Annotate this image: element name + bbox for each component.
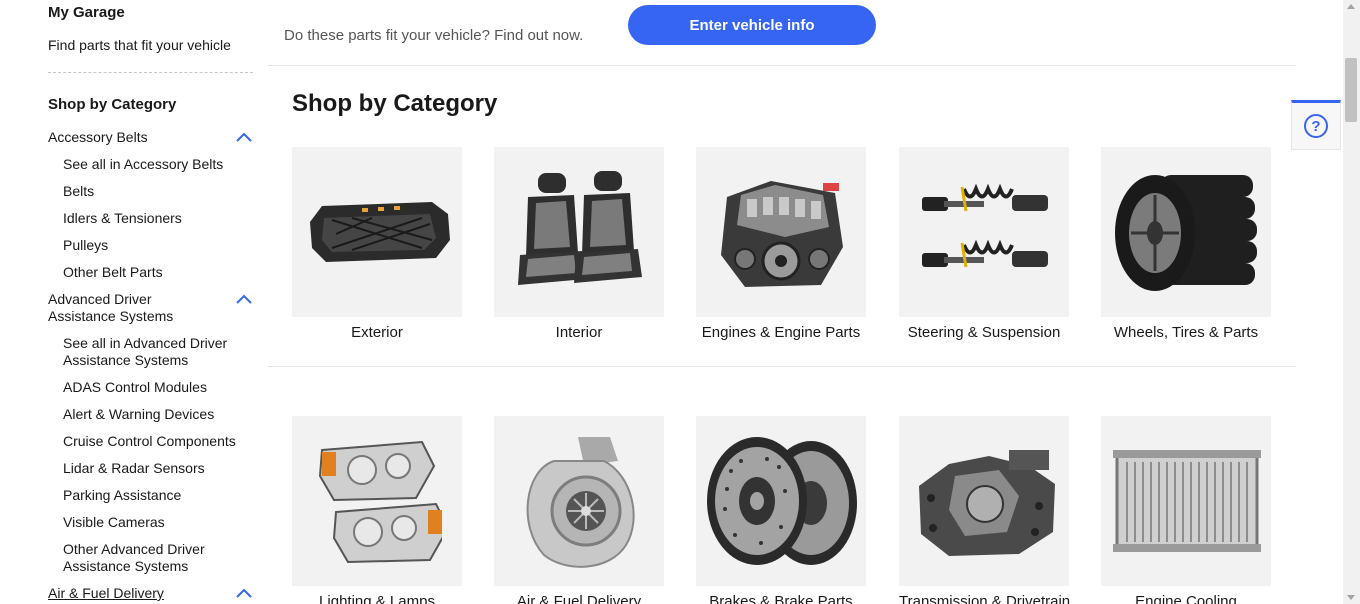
chevron-up-icon[interactable] xyxy=(235,130,253,144)
subcategory-link[interactable]: See all in Advanced Driver Assistance Sy… xyxy=(63,335,248,369)
subcategory-link[interactable]: See all in Accessory Belts xyxy=(63,156,248,173)
tile-label: Air & Fuel Delivery xyxy=(516,593,642,604)
category-tile-lighting[interactable]: Lighting & Lamps xyxy=(292,416,462,604)
subcategory-link[interactable]: Lidar & Radar Sensors xyxy=(63,460,248,477)
svg-text:?: ? xyxy=(1311,118,1320,135)
category-label: Accessory Belts xyxy=(48,129,148,145)
category-advanced-driver-assistance[interactable]: Advanced Driver Assistance Systems xyxy=(48,291,253,325)
rotors-image xyxy=(696,416,866,586)
subcategory-link[interactable]: Parking Assistance xyxy=(63,487,248,504)
category-tile-transmission[interactable]: Transmission & Drivetrain xyxy=(899,416,1071,604)
category-tile-air-fuel[interactable]: Air & Fuel Delivery xyxy=(494,416,664,604)
find-parts-link[interactable]: Find parts that fit your vehicle xyxy=(48,37,231,53)
category-label: Air & Fuel Delivery xyxy=(48,585,164,601)
scroll-down-arrow-icon[interactable] xyxy=(1347,595,1355,600)
category-tile-engines[interactable]: Engines & Engine Parts xyxy=(696,147,866,341)
tile-label: Transmission & Drivetrain xyxy=(899,593,1071,604)
tile-label: Engines & Engine Parts xyxy=(701,324,861,341)
tile-label: Exterior xyxy=(351,324,403,341)
divider xyxy=(268,65,1296,66)
tile-label: Engine Cooling xyxy=(1135,593,1237,604)
grille-image xyxy=(292,147,462,317)
radiator-image xyxy=(1101,416,1271,586)
my-garage-title: My Garage xyxy=(48,4,125,21)
subcategory-link[interactable]: Other Advanced Driver Assistance Systems xyxy=(63,541,248,575)
seat-covers-image xyxy=(494,147,664,317)
subcategory-link[interactable]: Idlers & Tensioners xyxy=(63,210,248,227)
category-accessory-belts[interactable]: Accessory Belts xyxy=(48,129,253,146)
category-tile-interior[interactable]: Interior xyxy=(494,147,664,341)
struts-image xyxy=(899,147,1069,317)
divider xyxy=(268,366,1296,367)
category-tile-brakes[interactable]: Brakes & Brake Parts xyxy=(696,416,866,604)
help-button[interactable]: ? xyxy=(1291,100,1341,150)
help-icon: ? xyxy=(1304,114,1328,138)
category-tile-steering-suspension[interactable]: Steering & Suspension xyxy=(899,147,1069,341)
headlights-image xyxy=(292,416,462,586)
category-label: Advanced Driver Assistance Systems xyxy=(48,291,174,324)
subcategory-link[interactable]: Alert & Warning Devices xyxy=(63,406,248,423)
tile-label: Interior xyxy=(555,324,603,341)
sidebar-divider xyxy=(48,72,253,73)
scroll-up-arrow-icon[interactable] xyxy=(1347,4,1355,9)
page-title: Shop by Category xyxy=(292,90,498,117)
vertical-scrollbar[interactable] xyxy=(1343,0,1360,604)
subcategory-link[interactable]: Pulleys xyxy=(63,237,248,254)
engine-image xyxy=(696,147,866,317)
enter-vehicle-info-button[interactable]: Enter vehicle info xyxy=(628,5,876,45)
shop-by-category-sidebar-title: Shop by Category xyxy=(48,96,177,113)
tile-label: Lighting & Lamps xyxy=(319,593,435,604)
category-air-fuel-delivery[interactable]: Air & Fuel Delivery xyxy=(48,585,253,602)
scroll-thumb[interactable] xyxy=(1345,58,1357,122)
category-tile-exterior[interactable]: Exterior xyxy=(292,147,462,341)
chevron-up-icon[interactable] xyxy=(235,586,253,600)
tile-label: Wheels, Tires & Parts xyxy=(1113,324,1259,341)
tires-image xyxy=(1101,147,1271,317)
turbo-image xyxy=(494,416,664,586)
transmission-image xyxy=(899,416,1069,586)
tile-label: Steering & Suspension xyxy=(907,324,1061,341)
tile-label: Brakes & Brake Parts xyxy=(709,593,853,604)
subcategory-link[interactable]: Belts xyxy=(63,183,248,200)
chevron-up-icon[interactable] xyxy=(235,292,253,306)
fitment-prompt: Do these parts fit your vehicle? Find ou… xyxy=(284,27,584,44)
subcategory-link[interactable]: Cruise Control Components xyxy=(63,433,248,450)
category-tile-wheels-tires[interactable]: Wheels, Tires & Parts xyxy=(1101,147,1271,341)
subcategory-link[interactable]: Visible Cameras xyxy=(63,514,248,531)
subcategory-link[interactable]: ADAS Control Modules xyxy=(63,379,248,396)
category-tile-engine-cooling[interactable]: Engine Cooling xyxy=(1101,416,1271,604)
subcategory-link[interactable]: Other Belt Parts xyxy=(63,264,248,281)
